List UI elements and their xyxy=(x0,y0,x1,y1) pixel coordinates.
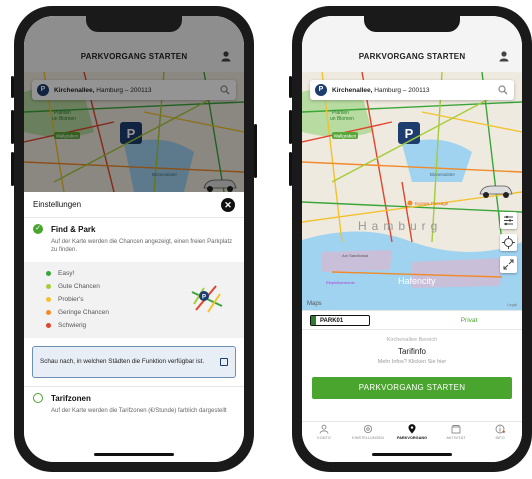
nav-konto[interactable]: KONTO xyxy=(302,424,346,448)
maps-brand: Maps xyxy=(307,301,322,307)
svg-text:Elbphilharmonie: Elbphilharmonie xyxy=(326,280,355,285)
license-plate: PARK01 xyxy=(310,314,370,326)
parking-pin-icon: P xyxy=(315,84,327,96)
screen-left: PARKVORGANG STARTEN P Planten un Blomen … xyxy=(24,16,244,462)
legend-dot xyxy=(46,284,51,289)
nav-label: KONTO xyxy=(317,436,331,440)
parking-panel: PARK01 Privat Kirchenallee Bereich Tarif… xyxy=(302,310,522,462)
check-icon[interactable]: ✓ xyxy=(33,224,43,234)
sliders-icon xyxy=(504,215,513,226)
search-address: Kirchenallee, Hamburg – 200113 xyxy=(332,86,430,94)
volume-down-button xyxy=(289,152,292,186)
phone-right: PARKVORGANG STARTEN P Planten un Blomen … xyxy=(289,6,532,472)
option-tarifzonen[interactable]: Tarifzonen Auf der Karte werden die Tari… xyxy=(24,387,244,415)
nav-aktivitaet[interactable]: AKTIVITÄT xyxy=(434,424,478,448)
tab-private[interactable]: Privat xyxy=(416,317,522,324)
option-title: Tarifzonen xyxy=(51,393,91,403)
option-description: Auf der Karte werden die Chancen angezei… xyxy=(51,239,233,253)
legal-link[interactable]: Legal xyxy=(507,302,517,307)
legend-item: Easy! xyxy=(46,267,235,280)
power-button xyxy=(254,124,257,178)
close-button[interactable]: ✕ xyxy=(221,197,235,212)
map-expand-button[interactable] xyxy=(500,256,517,273)
plate-number: PARK01 xyxy=(320,317,344,324)
nav-info[interactable]: INFO xyxy=(478,424,522,448)
city-map: P Planten un Blomen Wallgraben Binnenals… xyxy=(302,72,522,310)
nav-label: PARKVORGANG xyxy=(396,436,428,440)
tab-vehicle[interactable]: PARK01 xyxy=(302,314,416,326)
legend-dot xyxy=(46,271,51,276)
svg-text:Hafencity: Hafencity xyxy=(398,276,436,286)
side-button xyxy=(289,76,292,98)
tarif-more-link[interactable]: Mehr Infos? Klicken Sie hier xyxy=(302,359,522,365)
expand-icon xyxy=(503,259,514,270)
legend-label: Geringe Chancen xyxy=(58,309,109,316)
city-info-link[interactable]: Schau nach, in welchen Städten die Funkt… xyxy=(32,346,236,378)
page-title: PARKVORGANG STARTEN xyxy=(358,52,466,61)
svg-text:Binnenalster: Binnenalster xyxy=(430,172,456,177)
volume-down-button xyxy=(11,152,14,186)
svg-text:Europa Passage: Europa Passage xyxy=(415,201,449,206)
search-bar[interactable]: P Kirchenallee, Hamburg – 200113 xyxy=(310,80,514,100)
home-indicator xyxy=(94,453,174,456)
chance-legend: Easy! Gute Chancen Probier's Geringe Cha… xyxy=(24,262,244,338)
option-title: Find & Park xyxy=(51,224,96,234)
legend-label: Easy! xyxy=(58,270,75,277)
legend-label: Probier's xyxy=(58,296,84,303)
user-icon xyxy=(319,424,329,434)
map-filter-button[interactable] xyxy=(500,212,517,229)
bottom-nav: KONTO EINSTELLUNGEN PARKVORGANG AKTIVITÄ… xyxy=(302,424,522,448)
legend-label: Gute Chancen xyxy=(58,283,100,290)
gear-icon xyxy=(363,424,373,434)
crosshair-icon xyxy=(502,236,515,249)
home-indicator xyxy=(372,453,452,456)
option-find-park[interactable]: ✓ Find & Park Auf der Karte werden die C… xyxy=(24,218,244,254)
legend-label: Schwierig xyxy=(58,322,87,329)
info-icon xyxy=(495,424,505,434)
area-label: Kirchenallee Bereich xyxy=(386,337,438,343)
map-view[interactable]: P Planten un Blomen Wallgraben Binnenals… xyxy=(302,72,522,310)
map-locate-button[interactable] xyxy=(500,234,517,251)
settings-header: Einstellungen ✕ xyxy=(24,192,244,218)
nav-parkvorgang[interactable]: PARKVORGANG xyxy=(390,424,434,448)
vehicle-tabs: PARK01 Privat xyxy=(302,310,522,330)
legend-dot xyxy=(46,297,51,302)
location-pin-icon xyxy=(408,424,416,434)
start-parking-button[interactable]: PARKVORGANG STARTEN xyxy=(312,377,512,399)
nav-label: AKTIVITÄT xyxy=(446,436,466,440)
legend-dot xyxy=(46,310,51,315)
user-icon[interactable] xyxy=(498,50,510,62)
option-description: Auf der Karte werden die Tarifzonen (€/S… xyxy=(51,408,227,414)
nav-label: EINSTELLUNGEN xyxy=(352,436,384,440)
side-button xyxy=(11,76,14,98)
street-illustration-icon: P xyxy=(191,285,223,313)
nav-label: INFO xyxy=(495,436,505,440)
external-link-icon xyxy=(220,358,228,366)
phone-left: PARKVORGANG STARTEN P Planten un Blomen … xyxy=(11,6,257,472)
volume-up-button xyxy=(289,110,292,144)
radio-empty-icon[interactable] xyxy=(33,393,43,403)
notch xyxy=(364,16,460,32)
svg-text:Wallgraben: Wallgraben xyxy=(334,134,357,139)
svg-text:Am Sandtorkai: Am Sandtorkai xyxy=(342,253,368,258)
nav-divider xyxy=(302,421,522,422)
settings-sheet: Einstellungen ✕ ✓ Find & Park Auf der Ka… xyxy=(24,192,244,462)
settings-title: Einstellungen xyxy=(33,200,82,209)
svg-text:Hamburg: Hamburg xyxy=(358,219,442,233)
legend-item: Schwierig xyxy=(46,319,235,332)
svg-text:un Blomen: un Blomen xyxy=(330,116,354,122)
screen-right: PARKVORGANG STARTEN P Planten un Blomen … xyxy=(302,16,522,462)
nav-einstellungen[interactable]: EINSTELLUNGEN xyxy=(346,424,390,448)
svg-text:P: P xyxy=(202,295,206,301)
notch xyxy=(86,16,182,32)
search-icon[interactable] xyxy=(498,85,508,95)
tarif-title: Tarifinfo xyxy=(397,347,426,356)
info-text: Schau nach, in welchen Städten die Funkt… xyxy=(40,358,205,365)
folder-icon xyxy=(451,425,461,434)
legend-dot xyxy=(46,323,51,328)
volume-up-button xyxy=(11,110,14,144)
